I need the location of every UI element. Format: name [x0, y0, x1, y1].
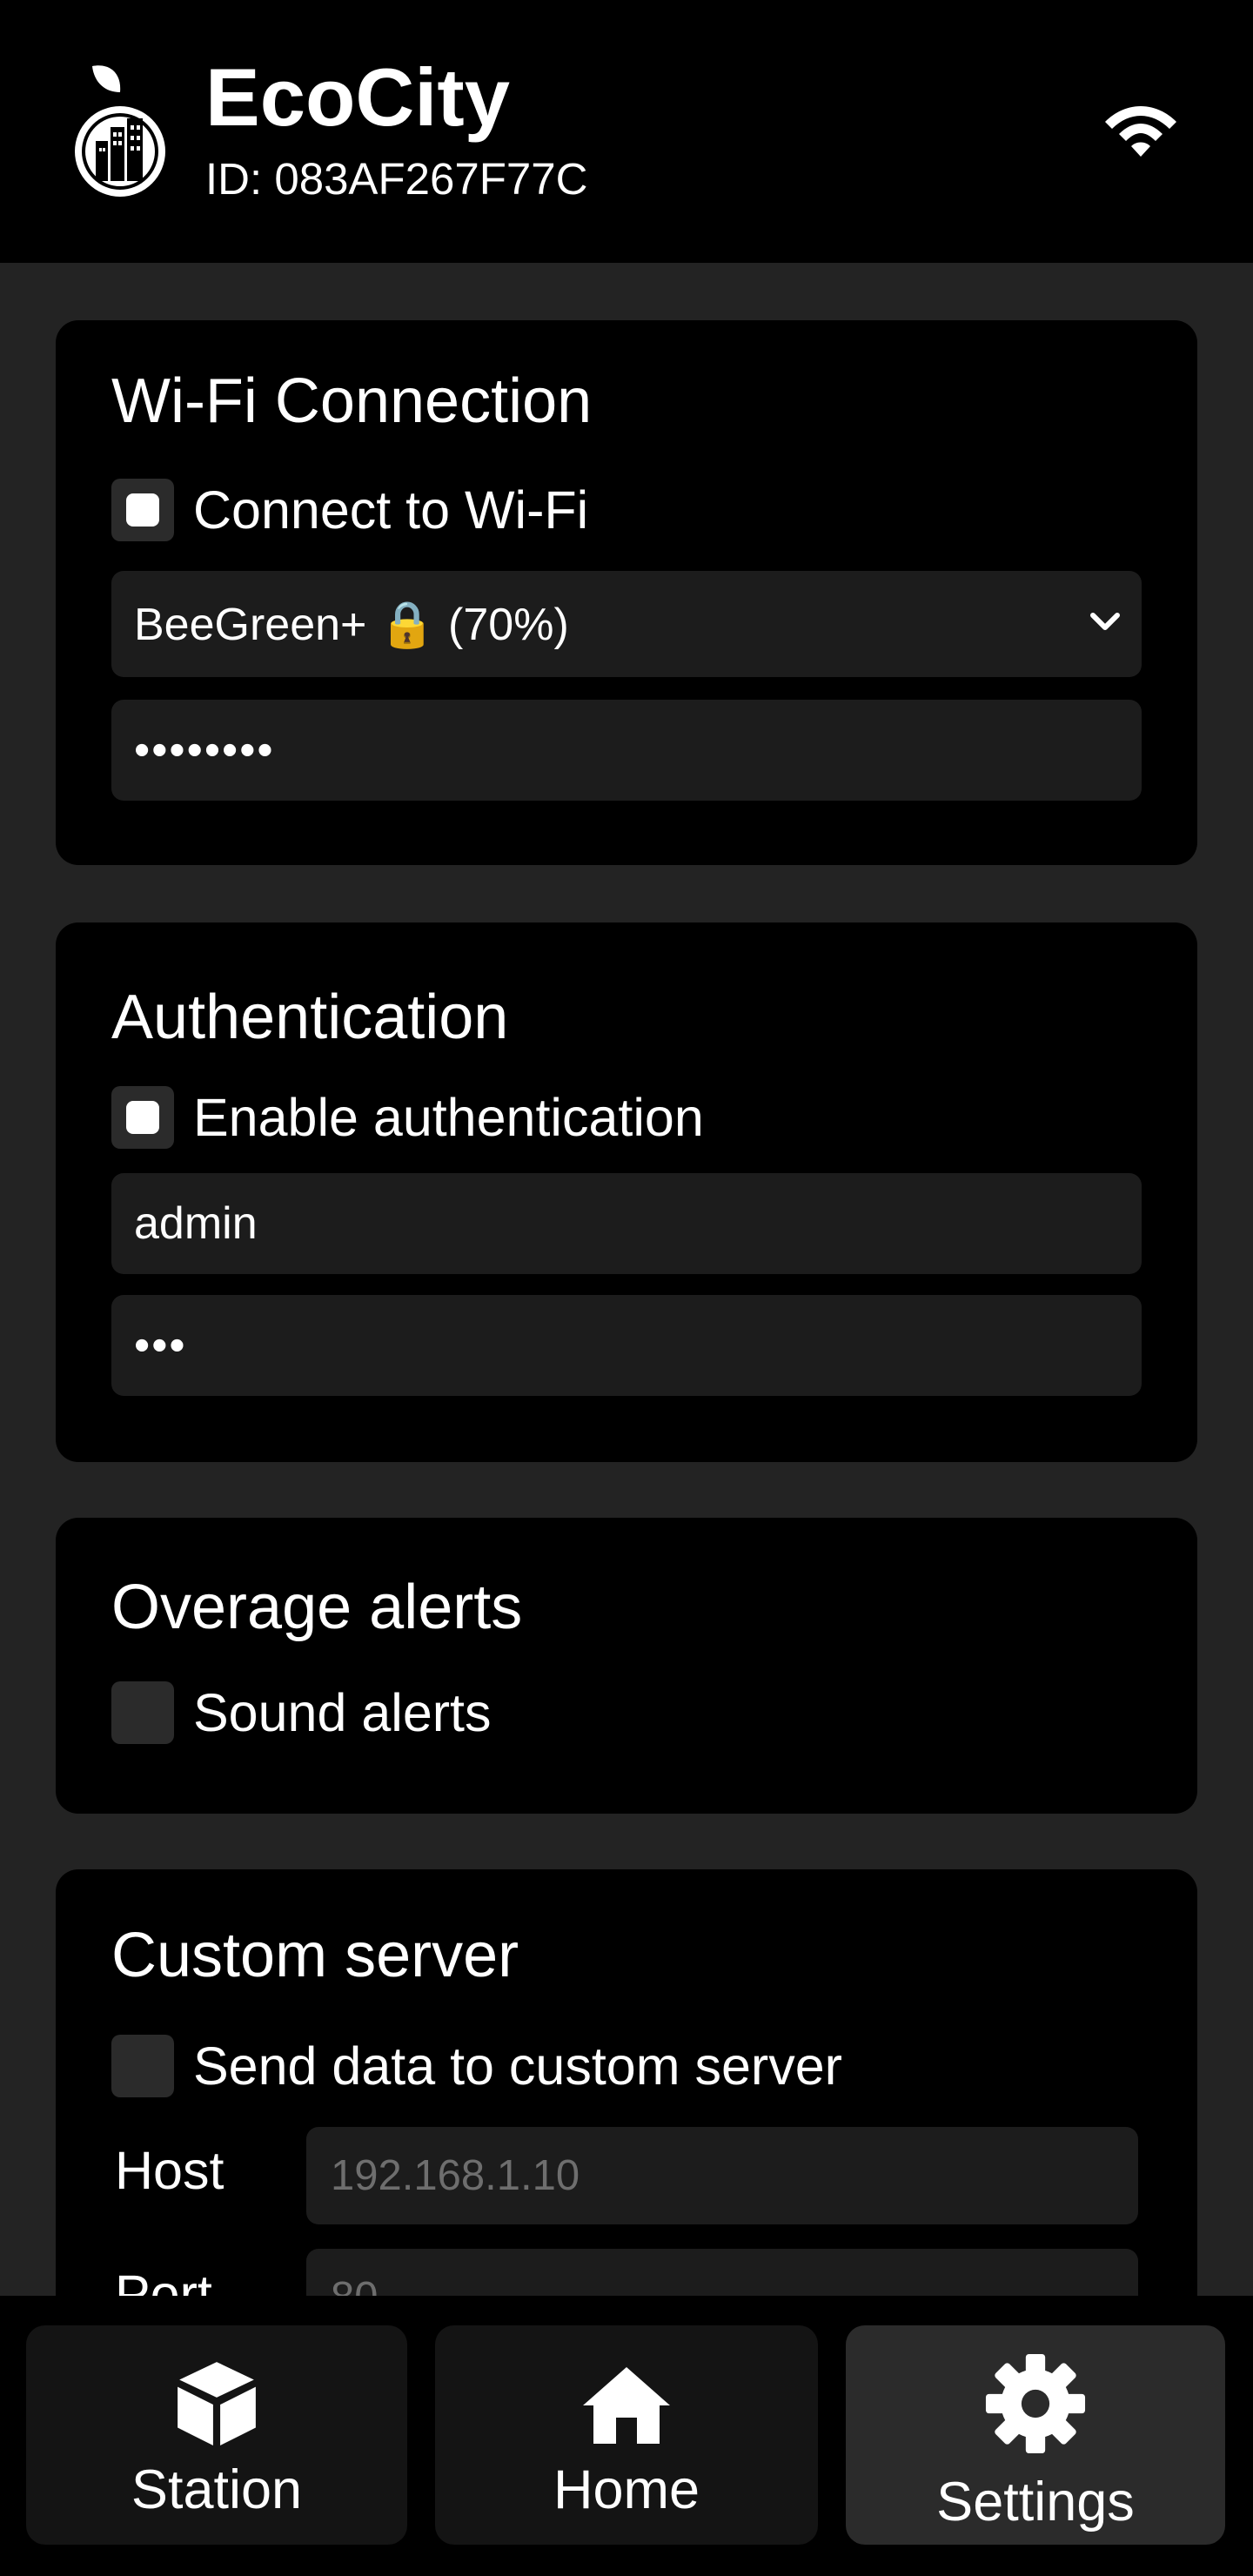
- username-value: admin: [134, 1198, 258, 1249]
- send-custom-server-row[interactable]: Send data to custom server: [111, 2035, 842, 2097]
- connect-wifi-checkbox[interactable]: [111, 479, 174, 541]
- device-id: ID: 083AF267F77C: [205, 154, 588, 204]
- wifi-network-select[interactable]: BeeGreen+ 🔒 (70%): [111, 571, 1142, 677]
- connect-wifi-label: Connect to Wi-Fi: [193, 480, 589, 540]
- sound-alerts-checkbox[interactable]: [111, 1681, 174, 1744]
- custom-server-title: Custom server: [111, 1921, 519, 1990]
- nav-station-button[interactable]: Station: [26, 2325, 407, 2545]
- host-input[interactable]: 192.168.1.10: [306, 2127, 1138, 2224]
- wifi-card: Wi-Fi Connection Connect to Wi-Fi BeeGre…: [56, 320, 1197, 865]
- authentication-card-title: Authentication: [111, 983, 509, 1052]
- chevron-down-icon: [1090, 613, 1120, 630]
- leaf-city-logo-icon: [75, 65, 165, 197]
- cube-icon: [178, 2362, 256, 2445]
- nav-settings-button[interactable]: Settings: [846, 2325, 1225, 2545]
- auth-password-value: •••: [134, 1320, 187, 1371]
- send-custom-server-checkbox[interactable]: [111, 2035, 174, 2097]
- app-header: EcoCity ID: 083AF267F77C: [0, 0, 1253, 263]
- auth-password-input[interactable]: •••: [111, 1295, 1142, 1396]
- overage-alerts-title: Overage alerts: [111, 1573, 523, 1642]
- app-title: EcoCity: [205, 51, 510, 143]
- enable-auth-checkbox[interactable]: [111, 1086, 174, 1149]
- sound-alerts-row[interactable]: Sound alerts: [111, 1681, 492, 1744]
- host-placeholder: 192.168.1.10: [331, 2152, 580, 2199]
- wifi-password-input[interactable]: ••••••••: [111, 700, 1142, 801]
- bottom-nav: Station Home Settings: [0, 2296, 1253, 2576]
- username-input[interactable]: admin: [111, 1173, 1142, 1274]
- enable-auth-row[interactable]: Enable authentication: [111, 1086, 704, 1149]
- overage-alerts-card: Overage alerts Sound alerts: [56, 1518, 1197, 1814]
- host-label: Host: [115, 2141, 224, 2200]
- nav-station-label: Station: [131, 2459, 303, 2520]
- custom-server-card: Custom server Send data to custom server…: [56, 1869, 1197, 2346]
- send-custom-server-label: Send data to custom server: [193, 2036, 842, 2096]
- sound-alerts-label: Sound alerts: [193, 1683, 492, 1742]
- home-icon: [583, 2367, 670, 2444]
- gear-icon: [985, 2353, 1086, 2454]
- wifi-network-value: BeeGreen+ 🔒 (70%): [134, 599, 569, 650]
- nav-home-button[interactable]: Home: [435, 2325, 818, 2545]
- wifi-card-title: Wi-Fi Connection: [111, 366, 593, 436]
- authentication-card: Authentication Enable authentication adm…: [56, 922, 1197, 1462]
- enable-auth-label: Enable authentication: [193, 1088, 704, 1147]
- wifi-password-value: ••••••••: [134, 725, 275, 775]
- connect-wifi-row[interactable]: Connect to Wi-Fi: [111, 479, 588, 541]
- nav-settings-label: Settings: [936, 2472, 1135, 2532]
- wifi-icon[interactable]: [1102, 103, 1180, 158]
- nav-home-label: Home: [553, 2459, 700, 2520]
